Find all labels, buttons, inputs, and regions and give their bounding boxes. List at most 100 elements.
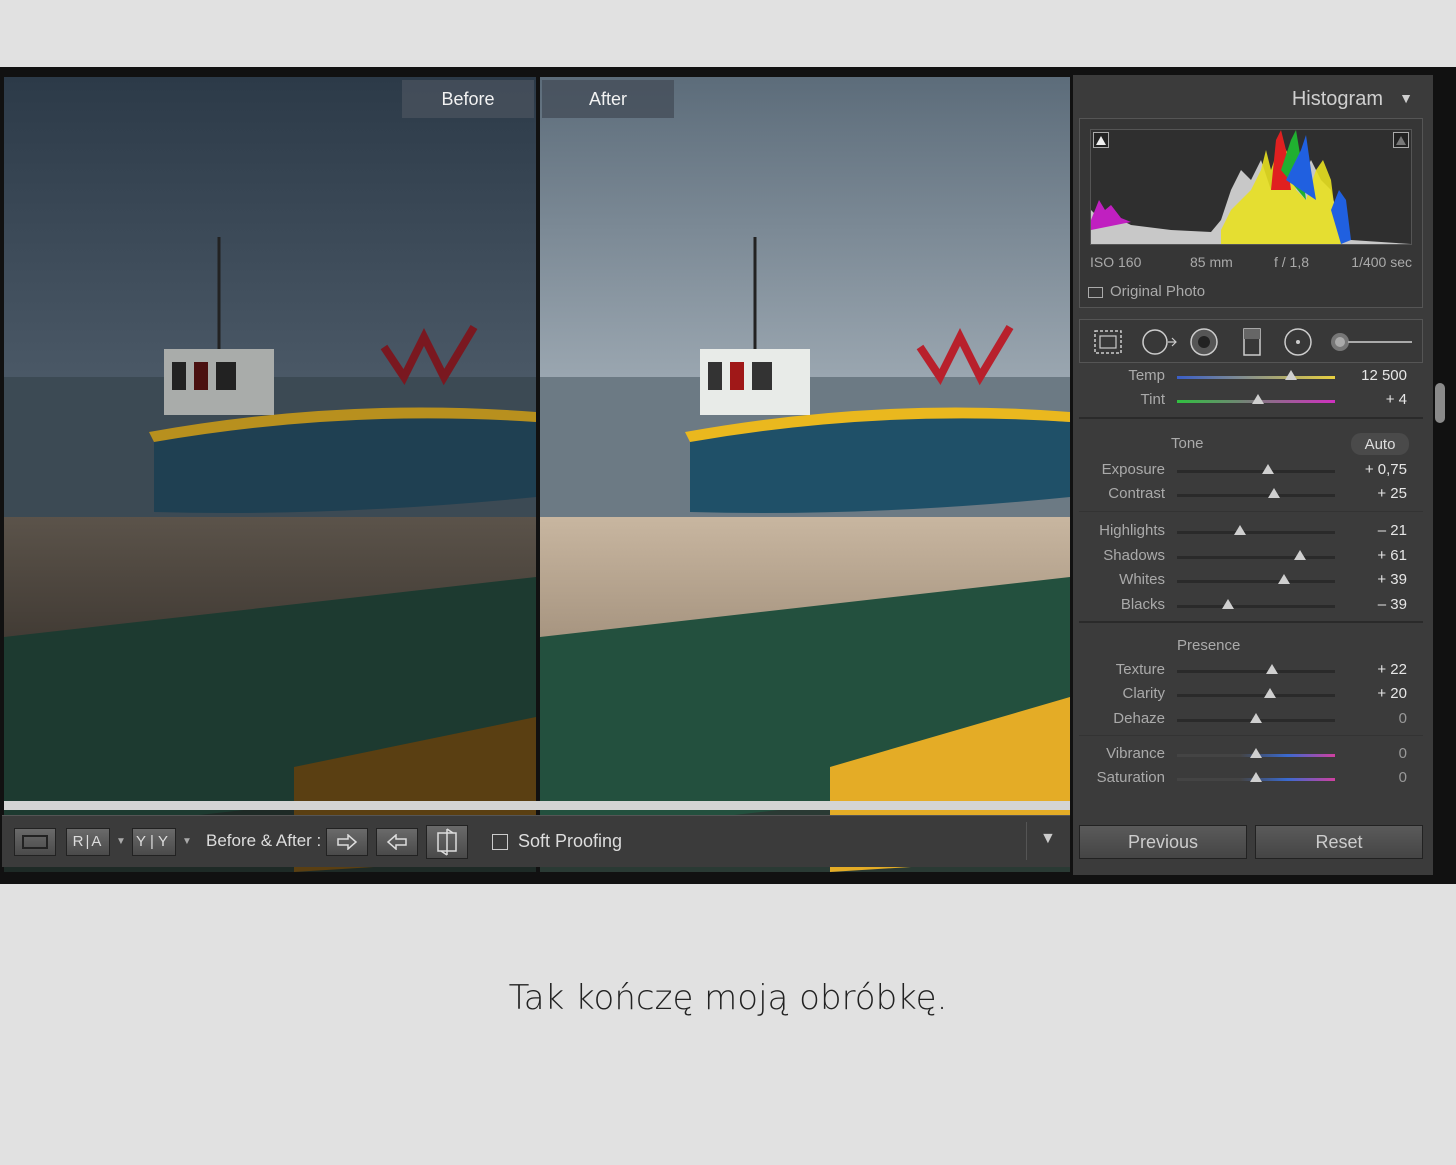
presence-title: Presence [1177,637,1241,654]
histogram-panel: ISO 160 85 mm f / 1,8 1/400 sec Original… [1079,118,1423,308]
preview-scroll-strip [4,801,1070,810]
texture-slider-thumb[interactable] [1265,664,1278,674]
histogram-collapse-icon[interactable]: ▼ [1399,90,1413,106]
highlights-label: Highlights [1099,522,1165,539]
shadows-label: Shadows [1103,547,1165,564]
soft-proofing-label: Soft Proofing [518,831,623,851]
clarity-slider[interactable] [1177,688,1335,698]
whites-slider[interactable] [1177,574,1335,584]
clarity-label: Clarity [1122,685,1165,702]
vibrance-row: Vibrance 0 [1079,745,1423,767]
reset-button[interactable]: Reset [1255,825,1423,859]
before-after-left-right-button[interactable]: R|A [66,827,110,856]
highlights-slider[interactable] [1177,525,1335,535]
presence-divider [1079,621,1423,623]
spot-removal-icon[interactable] [1140,326,1178,363]
panel-scrollbar[interactable] [1435,383,1445,423]
saturation-slider[interactable] [1177,772,1335,782]
highlight-clipping-icon[interactable] [1393,132,1409,148]
exposure-slider-thumb[interactable] [1261,464,1274,474]
vibrance-slider-thumb[interactable] [1250,748,1262,758]
clarity-value[interactable]: + 20 [1377,685,1407,702]
ra-chevron-down-icon[interactable]: ▼ [116,836,126,847]
dehaze-value[interactable]: 0 [1399,710,1407,727]
texture-label: Texture [1115,661,1165,678]
histogram-title[interactable]: Histogram [1292,88,1383,111]
temp-row: Temp 12 500 [1079,367,1423,389]
original-photo-checkbox[interactable] [1088,287,1103,298]
toolbar-menu-chevron-down-icon[interactable]: ▼ [1040,830,1056,848]
temp-slider-thumb[interactable] [1284,370,1297,380]
exif-iso: ISO 160 [1090,254,1142,270]
clarity-slider-thumb[interactable] [1264,688,1277,698]
basic-panel: Temp 12 500 Tint + 4 Tone Auto Exposure … [1079,365,1423,801]
dehaze-slider[interactable] [1177,713,1335,723]
tint-slider-thumb[interactable] [1251,394,1264,404]
before-after-label: Before & After : [206,831,322,850]
histogram-graph[interactable] [1090,129,1412,245]
exposure-slider[interactable] [1177,464,1335,474]
exif-aperture: f / 1,8 [1274,254,1310,270]
whites-value[interactable]: + 39 [1377,571,1407,588]
dehaze-row: Dehaze 0 [1079,710,1423,732]
blacks-slider-thumb[interactable] [1221,599,1234,609]
whites-slider-thumb[interactable] [1278,574,1291,584]
saturation-value[interactable]: 0 [1399,769,1407,786]
auto-tone-button[interactable]: Auto [1351,433,1409,455]
soft-proofing-checkbox[interactable] [492,834,508,850]
shadow-clipping-icon[interactable] [1093,132,1109,148]
yy-chevron-down-icon[interactable]: ▼ [182,836,192,847]
blacks-slider[interactable] [1177,599,1335,609]
tool-strip [1079,319,1423,363]
saturation-slider-thumb[interactable] [1250,772,1262,782]
whites-row: Whites + 39 [1079,571,1423,593]
temp-slider[interactable] [1177,370,1335,380]
toolbar-divider [1026,822,1027,860]
graduated-filter-icon[interactable] [1236,326,1268,363]
before-label: Before [402,80,534,118]
red-eye-icon[interactable] [1188,326,1220,363]
temp-value[interactable]: 12 500 [1361,367,1407,384]
contrast-value[interactable]: + 25 [1377,485,1407,502]
before-after-split-button[interactable]: Y|Y [132,827,176,856]
highlights-slider-thumb[interactable] [1234,525,1247,535]
swap-before-after-button[interactable] [426,825,468,859]
blacks-value[interactable]: – 39 [1378,596,1407,613]
copy-after-to-before-button[interactable] [376,827,418,856]
shadows-slider[interactable] [1177,550,1335,560]
before-preview[interactable]: Before [4,77,536,872]
loupe-view-button[interactable] [14,827,56,856]
shadows-value[interactable]: + 61 [1377,547,1407,564]
compare-toolbar: R|A ▼ Y|Y ▼ Before & After : Soft Proofi… [2,815,1070,867]
highlights-value[interactable]: – 21 [1378,522,1407,539]
texture-slider[interactable] [1177,664,1335,674]
dehaze-slider-thumb[interactable] [1250,713,1262,723]
develop-right-panel: Histogram ▼ ISO 160 85 mm f / 1,8 1/400 … [1073,75,1433,875]
saturation-label: Saturation [1096,769,1165,786]
highlights-row: Highlights – 21 [1079,522,1423,544]
exposure-value[interactable]: + 0,75 [1365,461,1407,478]
contrast-slider-thumb[interactable] [1268,488,1281,498]
texture-value[interactable]: + 22 [1377,661,1407,678]
before-photo [4,77,536,872]
vibrance-value[interactable]: 0 [1399,745,1407,762]
whites-label: Whites [1119,571,1165,588]
tint-slider[interactable] [1177,394,1335,404]
tint-label: Tint [1140,391,1165,408]
lightroom-window: Before After R|A ▼ Y|Y ▼ Before & After … [0,67,1456,884]
copy-before-to-after-button[interactable] [326,827,368,856]
contrast-slider[interactable] [1177,488,1335,498]
previous-button[interactable]: Previous [1079,825,1247,859]
after-photo [540,77,1070,872]
crop-icon[interactable] [1092,326,1124,363]
swap-arrows-icon [437,828,457,856]
saturation-row: Saturation 0 [1079,769,1423,791]
shadows-slider-thumb[interactable] [1294,550,1307,560]
vibrance-slider[interactable] [1177,748,1335,758]
adjustment-brush-icon[interactable] [1328,326,1414,363]
tint-value[interactable]: + 4 [1386,391,1407,408]
blacks-label: Blacks [1120,596,1165,613]
radial-filter-icon[interactable] [1282,326,1314,363]
caption-text: Tak kończę moją obróbkę. [508,978,948,1018]
after-preview[interactable]: After [540,77,1070,872]
